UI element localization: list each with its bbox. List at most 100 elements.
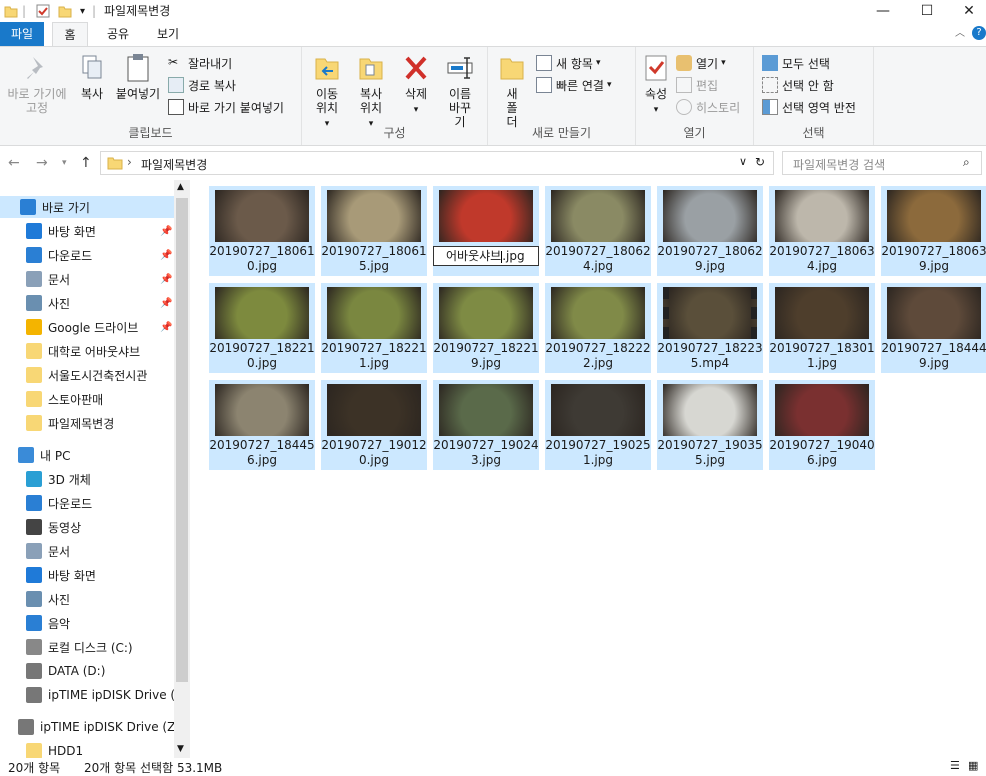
- delete-button[interactable]: 삭제 ▾: [396, 53, 436, 117]
- sidebar-item-quick-7[interactable]: 스토아판매: [0, 388, 174, 410]
- sidebar-item-hdd1[interactable]: HDD1: [0, 740, 174, 758]
- file-item[interactable]: 20190727_182235.mp4: [657, 283, 763, 373]
- tab-home[interactable]: 홈: [52, 22, 88, 46]
- sidebar-item-pc-8[interactable]: DATA (D:): [0, 660, 174, 682]
- cut-button[interactable]: ✂ 잘라내기: [168, 53, 232, 73]
- customize-quick-access-icon[interactable]: ▾: [80, 3, 85, 19]
- select-all-button[interactable]: 모두 선택: [762, 53, 830, 73]
- new-item-button[interactable]: 새 항목 ▾: [536, 53, 600, 73]
- address-bar[interactable]: › 파일제목변경 ∨ ↻: [100, 151, 774, 175]
- scroll-down-icon[interactable]: ▼: [177, 744, 184, 754]
- close-icon[interactable]: ✕: [946, 0, 986, 22]
- properties-quick-icon[interactable]: [36, 3, 50, 19]
- invert-selection-button[interactable]: 선택 영역 반전: [762, 97, 856, 117]
- paste-shortcut-button[interactable]: 바로 가기 붙여넣기: [168, 97, 284, 117]
- properties-button[interactable]: 속성 ▾: [640, 53, 672, 117]
- rename-input[interactable]: 어바웃샤브.jpg: [433, 246, 539, 266]
- address-row: ← → ▾ ↑ › 파일제목변경 ∨ ↻ 파일제목변경 검색 ⌕: [0, 147, 986, 179]
- sidebar-item-pc-5[interactable]: 사진: [0, 588, 174, 610]
- search-input[interactable]: 파일제목변경 검색 ⌕: [782, 151, 982, 175]
- file-item[interactable]: 20190727_180624.jpg: [545, 186, 651, 276]
- file-item[interactable]: 20190727_180610.jpg: [209, 186, 315, 276]
- file-item[interactable]: 20190727_182222.jpg: [545, 283, 651, 373]
- minimize-icon[interactable]: —: [860, 0, 906, 22]
- sidebar-item-pc-9[interactable]: ipTIME ipDISK Drive (Z:): [0, 684, 190, 706]
- file-item[interactable]: 20190727_183011.jpg: [769, 283, 875, 373]
- file-item[interactable]: 20190727_190355.jpg: [657, 380, 763, 470]
- pin-icon: [27, 57, 43, 79]
- up-icon[interactable]: ↑: [80, 155, 92, 171]
- new-folder-button[interactable]: 새 폴더: [494, 53, 530, 129]
- file-item[interactable]: 어바웃샤브.jpg: [433, 186, 539, 276]
- file-item[interactable]: 20190727_182211.jpg: [321, 283, 427, 373]
- open-button[interactable]: 열기 ▾: [676, 53, 726, 73]
- file-item[interactable]: 20190727_180615.jpg: [321, 186, 427, 276]
- copy-button[interactable]: 복사: [74, 53, 110, 101]
- scissors-icon: ✂: [168, 55, 179, 69]
- file-item[interactable]: 20190727_190243.jpg: [433, 380, 539, 470]
- file-item[interactable]: 20190727_190406.jpg: [769, 380, 875, 470]
- sidebar-item-this-pc[interactable]: 내 PC: [0, 444, 174, 466]
- copy-to-icon: [359, 58, 383, 80]
- copy-path-button[interactable]: 경로 복사: [168, 75, 236, 95]
- details-view-icon[interactable]: ☰: [950, 759, 960, 772]
- sidebar-item-quick-2[interactable]: 문서 📌: [0, 268, 174, 290]
- scroll-up-icon[interactable]: ▲: [177, 182, 184, 192]
- history-button[interactable]: 히스토리: [676, 97, 740, 117]
- file-item[interactable]: 20190727_182219.jpg: [433, 283, 539, 373]
- rename-button[interactable]: 이름 바꾸기: [438, 53, 482, 129]
- recent-locations-icon[interactable]: ▾: [62, 158, 67, 168]
- sidebar-item-quick-0[interactable]: 바탕 화면 📌: [0, 220, 174, 242]
- sidebar-item-network-drive[interactable]: ipTIME ipDISK Drive (Z:): [0, 716, 184, 738]
- large-icons-view-icon[interactable]: ▦: [968, 759, 978, 772]
- tab-view[interactable]: 보기: [150, 22, 186, 46]
- file-item[interactable]: 20190727_182210.jpg: [209, 283, 315, 373]
- paste-button[interactable]: 붙여넣기: [112, 53, 164, 101]
- sidebar-item-pc-2[interactable]: 동영상: [0, 516, 174, 538]
- tab-file[interactable]: 파일: [0, 22, 44, 46]
- edit-button[interactable]: 편집: [676, 75, 718, 95]
- file-item[interactable]: 20190727_190251.jpg: [545, 380, 651, 470]
- nav-item-label: 사진: [48, 296, 71, 311]
- sidebar-item-quick-4[interactable]: Google 드라이브 📌: [0, 316, 174, 338]
- sidebar-item-pc-1[interactable]: 다운로드: [0, 492, 174, 514]
- nav-item-label: 대학로 어바웃샤브: [48, 344, 141, 359]
- sidebar-item-quick-access[interactable]: 바로 가기: [0, 196, 174, 218]
- move-to-button[interactable]: 이동 위치 ▾: [306, 53, 348, 131]
- nav-item-label: HDD1: [48, 744, 84, 758]
- tab-share[interactable]: 공유: [100, 22, 136, 46]
- file-item[interactable]: 20190727_180634.jpg: [769, 186, 875, 276]
- new-folder-quick-icon[interactable]: [58, 3, 72, 19]
- sidebar-item-pc-0[interactable]: 3D 개체: [0, 468, 174, 490]
- sidebar-item-quick-1[interactable]: 다운로드 📌: [0, 244, 174, 266]
- file-item[interactable]: 20190727_184456.jpg: [209, 380, 315, 470]
- sidebar-item-pc-4[interactable]: 바탕 화면: [0, 564, 174, 586]
- sidebar-item-pc-6[interactable]: 음악: [0, 612, 174, 634]
- help-icon[interactable]: ?: [972, 26, 986, 40]
- file-item[interactable]: 20190727_190120.jpg: [321, 380, 427, 470]
- back-icon[interactable]: ←: [8, 155, 20, 171]
- forward-icon[interactable]: →: [36, 155, 48, 171]
- sidebar-item-pc-7[interactable]: 로컬 디스크 (C:): [0, 636, 174, 658]
- address-dropdown-icon[interactable]: ∨: [739, 155, 747, 168]
- sidebar-item-quick-8[interactable]: 파일제목변경: [0, 412, 174, 434]
- collapse-ribbon-icon[interactable]: ︿: [952, 22, 968, 46]
- copy-to-button[interactable]: 복사 위치 ▾: [350, 53, 392, 131]
- select-none-button[interactable]: 선택 안 함: [762, 75, 834, 95]
- file-item[interactable]: 20190727_184449.jpg: [881, 283, 986, 373]
- sidebar-item-quick-6[interactable]: 서울도시건축전시관: [0, 364, 174, 386]
- file-item[interactable]: 20190727_180629.jpg: [657, 186, 763, 276]
- sidebar-item-pc-3[interactable]: 문서: [0, 540, 174, 562]
- pin-quick-access-button[interactable]: 바로 가기에 고정: [2, 53, 72, 115]
- maximize-icon[interactable]: ☐: [904, 0, 950, 22]
- nav-scrollbar-thumb[interactable]: [176, 198, 188, 682]
- image-thumbnail: [439, 287, 533, 339]
- easy-access-button[interactable]: 빠른 연결 ▾: [536, 75, 612, 95]
- breadcrumb[interactable]: 파일제목변경: [141, 156, 207, 173]
- refresh-icon[interactable]: ↻: [755, 155, 765, 169]
- sidebar-item-quick-3[interactable]: 사진 📌: [0, 292, 174, 314]
- sidebar-item-quick-5[interactable]: 대학로 어바웃샤브: [0, 340, 174, 362]
- file-item[interactable]: 20190727_180639.jpg: [881, 186, 986, 276]
- search-icon[interactable]: ⌕: [963, 155, 970, 170]
- history-icon: [676, 99, 692, 115]
